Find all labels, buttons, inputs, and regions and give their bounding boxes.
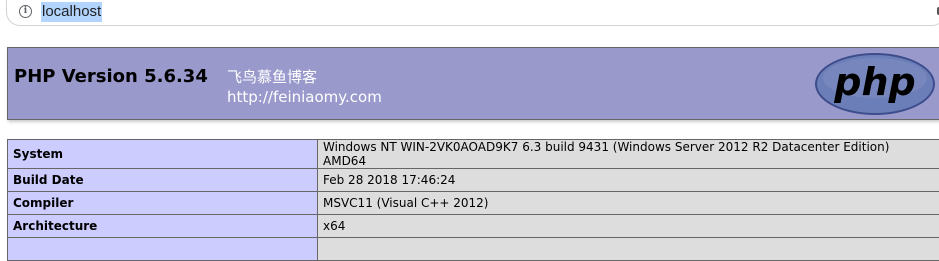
row-value (318, 238, 939, 261)
table-row: SystemWindows NT WIN-2VK0AOAD9K7 6.3 bui… (8, 140, 939, 169)
row-label: Compiler (8, 192, 318, 215)
table-row: Architecturex64 (8, 215, 939, 238)
table-row: CompilerMSVC11 (Visual C++ 2012) (8, 192, 939, 215)
info-icon[interactable]: i (19, 5, 32, 18)
row-label: Build Date (8, 169, 318, 192)
php-logo-icon[interactable]: php (814, 52, 936, 116)
page-title: PHP Version 5.6.34 (14, 66, 208, 87)
table-row: Build DateFeb 28 2018 17:46:24 (8, 169, 939, 192)
row-label: Architecture (8, 215, 318, 238)
row-value: MSVC11 (Visual C++ 2012) (318, 192, 939, 215)
php-header: PHP Version 5.6.34 飞鸟慕鱼博客 http://feiniao… (7, 47, 939, 120)
info-table: SystemWindows NT WIN-2VK0AOAD9K7 6.3 bui… (7, 139, 939, 261)
site-name: 飞鸟慕鱼博客 (227, 66, 317, 87)
site-url: http://feiniaomy.com (227, 88, 382, 106)
row-value: Windows NT WIN-2VK0AOAD9K7 6.3 build 943… (318, 140, 939, 169)
row-label (8, 238, 318, 261)
address-bar[interactable]: i localhost (6, 0, 939, 26)
table-row (8, 238, 939, 261)
row-value: Feb 28 2018 17:46:24 (318, 169, 939, 192)
row-label: System (8, 140, 318, 169)
php-logo-text: php (833, 60, 915, 104)
url-text[interactable]: localhost (41, 2, 102, 22)
row-value: x64 (318, 215, 939, 238)
